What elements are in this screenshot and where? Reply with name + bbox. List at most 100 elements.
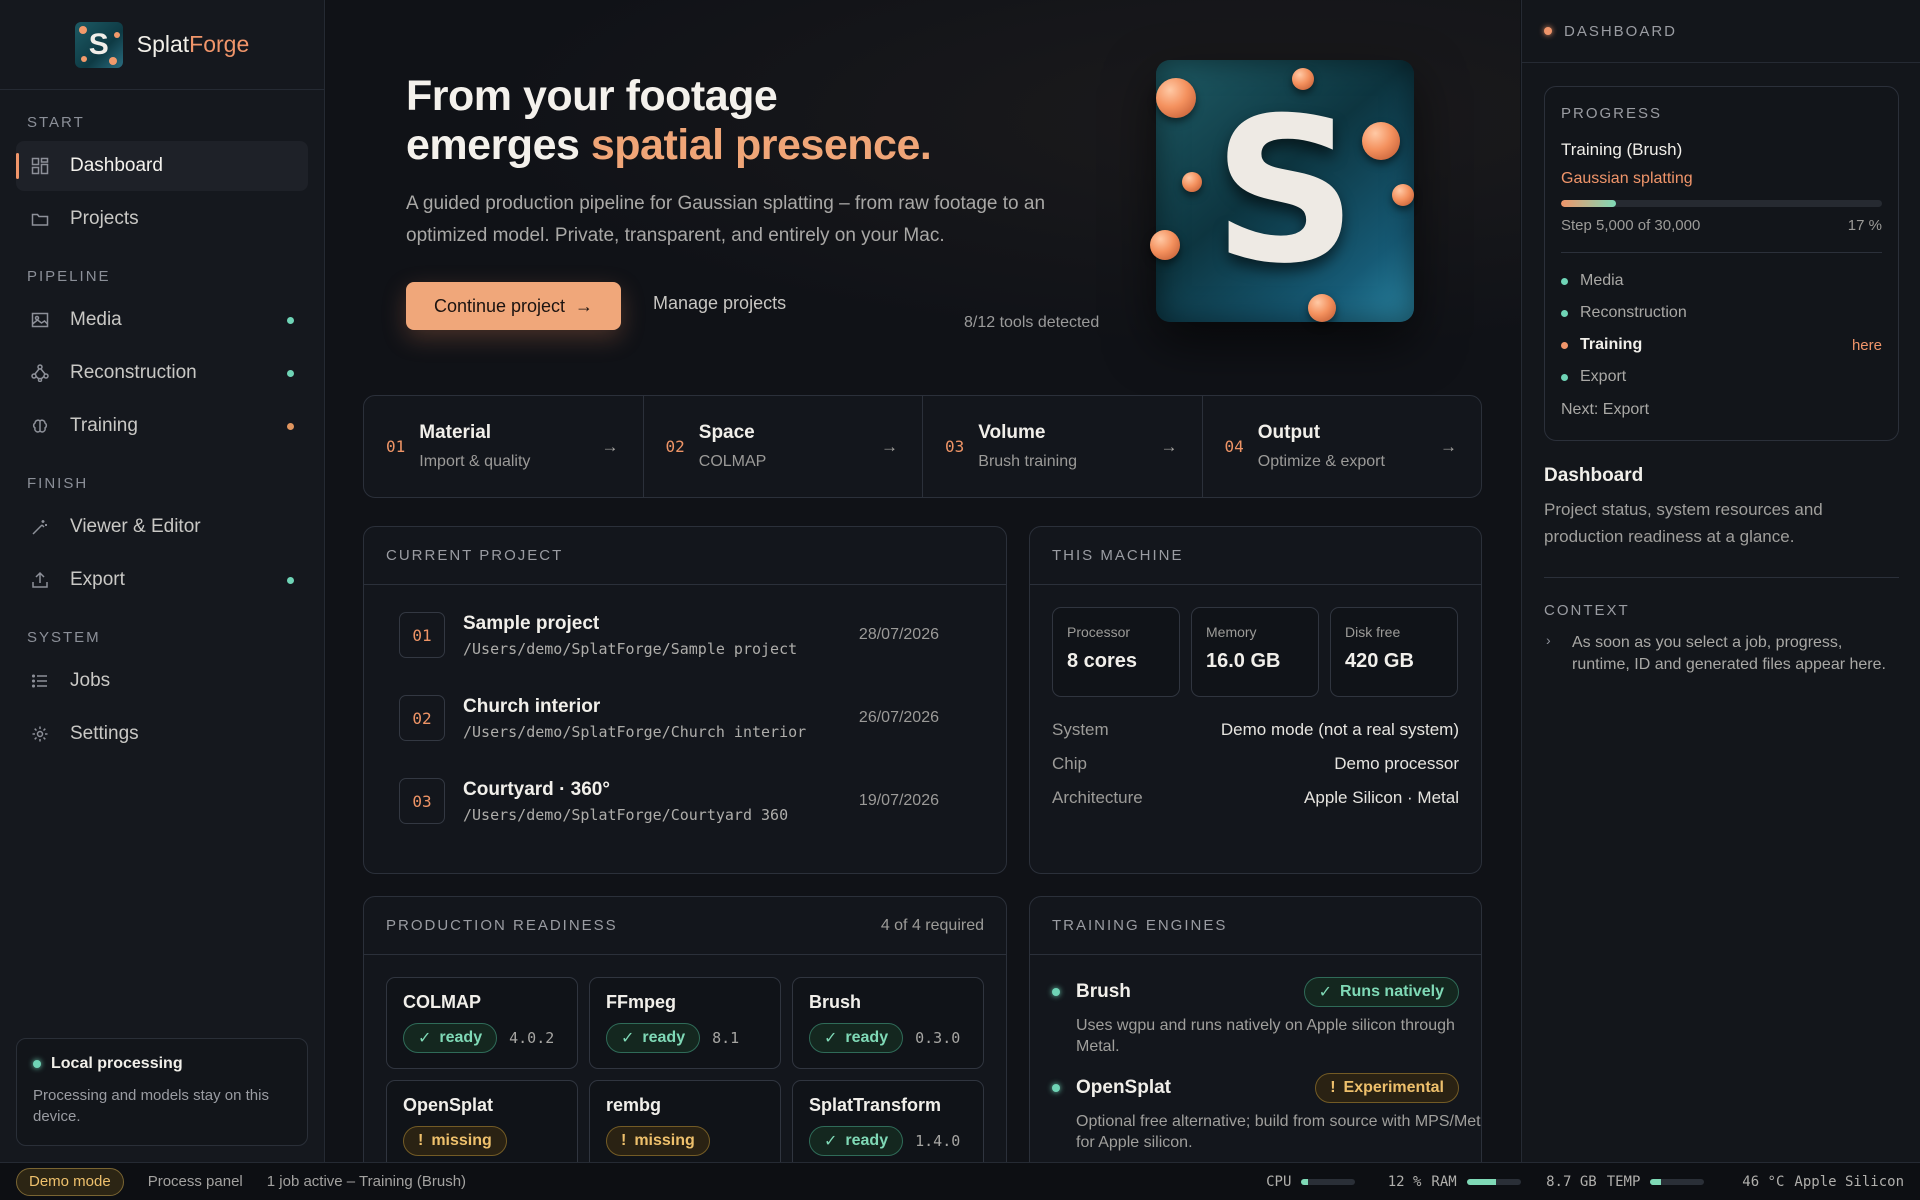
tool-card-rembg[interactable]: rembg ! missing	[589, 1080, 781, 1162]
ram-label: RAM	[1431, 1173, 1457, 1190]
current-stage-marker: here	[1851, 336, 1882, 354]
temp-value: 46 °C	[1742, 1173, 1785, 1190]
ram-meter	[1466, 1178, 1521, 1185]
sidebar-item-settings[interactable]: Settings	[16, 709, 308, 759]
upload-icon	[30, 570, 50, 590]
tool-card-brush[interactable]: Brush ✓ ready 0.3.0	[792, 977, 984, 1069]
tool-name: Brush	[809, 992, 862, 1012]
process-panel-link[interactable]: Process panel	[148, 1173, 243, 1190]
sidebar-item-dashboard[interactable]: Dashboard	[16, 141, 308, 191]
demo-mode-badge[interactable]: Demo mode	[16, 1167, 124, 1196]
project-number: 03	[399, 778, 445, 824]
training-engines-panel: TRAINING ENGINES Brush ✓ Runs natively Us…	[1029, 896, 1482, 1162]
grid-icon	[30, 156, 50, 176]
sidebar-item-label: Viewer & Editor	[70, 516, 201, 537]
stat-value: 8 cores	[1067, 650, 1138, 672]
image-icon	[30, 310, 50, 330]
context-label: CONTEXT	[1544, 602, 1630, 619]
tool-version: 1.4.0	[915, 1132, 961, 1150]
architecture-row: Architecture Apple Silicon · Metal	[1052, 788, 1459, 808]
disk-stat: Disk free 420 GB	[1330, 607, 1458, 697]
sidebar-item-media[interactable]: Media	[16, 295, 308, 345]
stat-label: Processor	[1067, 624, 1131, 640]
sidebar-item-viewer-editor[interactable]: Viewer & Editor	[16, 502, 308, 552]
project-row[interactable]: 02 Church interior /Users/demo/SplatForg…	[399, 688, 939, 748]
status-dot	[1561, 373, 1568, 381]
project-number: 02	[399, 695, 445, 741]
tool-card-splattransform[interactable]: SplatTransform ✓ ready 1.4.0	[792, 1080, 984, 1162]
tool-version: 8.1	[712, 1029, 740, 1047]
stage-reconstruction: Reconstruction	[1561, 297, 1882, 329]
sphere	[1150, 230, 1180, 260]
tool-version: 4.0.2	[509, 1029, 555, 1047]
next-stage: Next: Export	[1561, 401, 1650, 418]
tool-card-colmap[interactable]: COLMAP ✓ ready 4.0.2	[386, 977, 578, 1069]
active-jobs-text: 1 job active – Training (Brush)	[266, 1173, 467, 1190]
memory-stat: Memory 16.0 GB	[1191, 607, 1319, 697]
stat-value: 16.0 GB	[1206, 650, 1281, 672]
inspector-panel: DASHBOARD PROGRESS Training (Brush) Gaus…	[1521, 0, 1920, 1162]
sidebar-item-training[interactable]: Training	[16, 401, 308, 451]
engine-opensplat[interactable]: OpenSplat ! Experimental Optional free al…	[1052, 1073, 1481, 1153]
runs-natively-badge: ✓ Runs natively	[1303, 977, 1459, 1007]
project-date: 26/07/2026	[858, 709, 939, 726]
sphere	[1362, 122, 1400, 160]
list-icon	[30, 671, 50, 691]
progress-fill	[1561, 200, 1616, 207]
local-processing-card: Local processing Processing and models s…	[16, 1038, 308, 1146]
nav-heading-pipeline: PIPELINE	[27, 268, 111, 285]
step-volume[interactable]: 03 Volume Brush training →	[923, 396, 1203, 497]
step-output[interactable]: 04 Output Optimize & export →	[1203, 396, 1482, 497]
sidebar-item-reconstruction[interactable]: Reconstruction	[16, 348, 308, 398]
detail-key: Chip	[1052, 754, 1087, 773]
step-subtitle: Import & quality	[419, 453, 531, 470]
tools-detected-text: 8/12 tools detected	[964, 314, 1100, 331]
step-space[interactable]: 02 Space COLMAP →	[644, 396, 923, 497]
project-path: /Users/demo/SplatForge/Courtyard 360	[463, 805, 789, 824]
project-row[interactable]: 03 Courtyard · 360° /Users/demo/SplatFor…	[399, 771, 939, 831]
chevron-right-icon[interactable]: ›	[1546, 632, 1551, 648]
cpu-label: CPU	[1266, 1173, 1292, 1190]
sphere	[1156, 78, 1196, 118]
experimental-badge: ! Experimental	[1315, 1073, 1459, 1103]
architecture-label: Apple Silicon	[1794, 1173, 1904, 1190]
tool-card-opensplat[interactable]: OpenSplat ! missing	[386, 1080, 578, 1162]
status-dot	[287, 316, 294, 324]
manage-projects-link[interactable]: Manage projects	[653, 293, 786, 314]
status-dot	[287, 369, 294, 377]
tool-name: rembg	[606, 1095, 662, 1115]
detail-value: Apple Silicon · Metal	[1304, 788, 1459, 807]
brand[interactable]: S SplatForge	[0, 0, 324, 90]
step-title: Volume	[978, 422, 1046, 443]
missing-badge: ! missing	[606, 1126, 710, 1156]
step-material[interactable]: 01 Material Import & quality →	[364, 396, 644, 497]
step-title: Output	[1257, 422, 1321, 443]
missing-badge: ! missing	[403, 1126, 507, 1156]
progress-card[interactable]: PROGRESS Training (Brush) Gaussian splat…	[1544, 86, 1899, 441]
processor-stat: Processor 8 cores	[1052, 607, 1180, 697]
ready-badge: ✓ ready	[606, 1023, 701, 1053]
sidebar-item-jobs[interactable]: Jobs	[16, 656, 308, 706]
stat-label: Memory	[1206, 624, 1257, 640]
sidebar-item-projects[interactable]: Projects	[16, 194, 308, 244]
engine-description: Optional free alternative; build from so…	[1076, 1113, 1482, 1151]
continue-project-button[interactable]: Continue project →	[406, 282, 621, 330]
system-row: System Demo mode (not a real system)	[1052, 720, 1459, 740]
sidebar-item-label: Training	[70, 415, 138, 436]
engine-name: Brush	[1076, 981, 1131, 1002]
tool-card-ffmpeg[interactable]: FFmpeg ✓ ready 8.1	[589, 977, 781, 1069]
engine-brush[interactable]: Brush ✓ Runs natively Uses wgpu and runs …	[1052, 977, 1459, 1057]
sidebar: S SplatForge START Dashboard Projects PI…	[0, 0, 325, 1162]
sidebar-item-label: Reconstruction	[70, 362, 197, 383]
sidebar-item-export[interactable]: Export	[16, 555, 308, 605]
context-text: As soon as you select a job, progress, r…	[1572, 634, 1886, 673]
required-count: 4 of 4 required	[880, 916, 984, 934]
check-icon: ✓	[418, 1030, 432, 1047]
project-row[interactable]: 01 Sample project /Users/demo/SplatForge…	[399, 605, 939, 665]
project-name: Sample project	[463, 612, 600, 634]
step-number: 01	[386, 437, 406, 456]
ready-badge: ✓ ready	[809, 1126, 904, 1156]
app-logo: S	[74, 21, 123, 68]
ram-value: 8.7 GB	[1546, 1173, 1597, 1190]
warning-icon: !	[621, 1132, 627, 1149]
